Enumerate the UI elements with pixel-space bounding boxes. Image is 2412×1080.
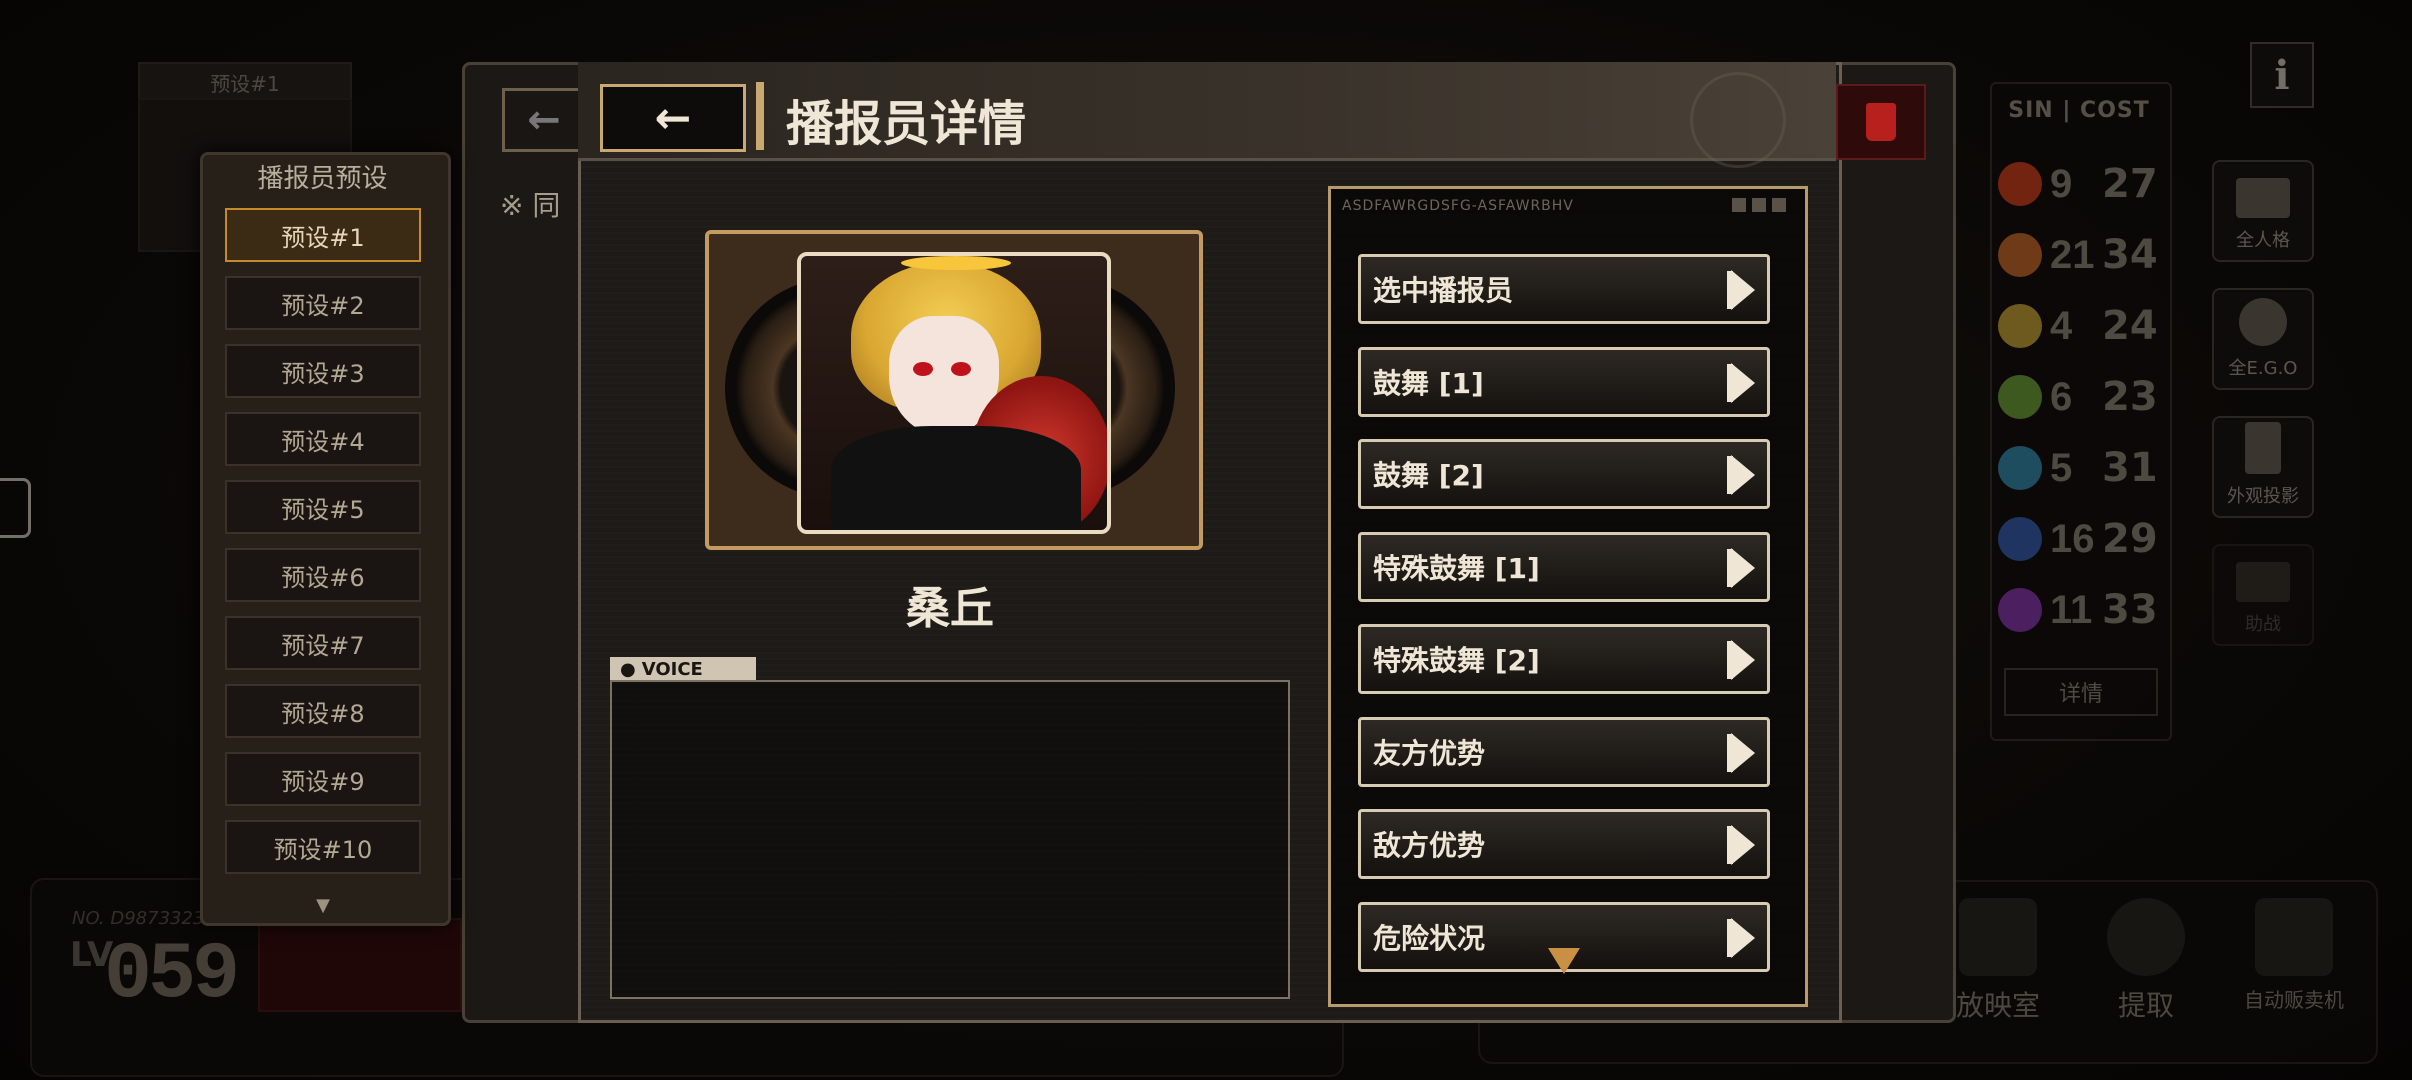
play-icon [1731,917,1755,958]
portrait-eye [913,362,933,376]
play-icon [1731,547,1755,588]
play-icon [1731,825,1755,865]
voice-line-button[interactable]: 特殊鼓舞 [1] [1358,531,1770,602]
delete-button[interactable] [1836,84,1926,160]
preset-item[interactable]: 预设#3 [225,344,421,398]
preset-item[interactable]: 预设#1 [225,208,421,262]
preset-item[interactable]: 预设#6 [225,548,421,602]
window-dots [1732,198,1786,212]
play-icon [1731,640,1755,680]
page-title: 播报员详情 [786,96,1027,152]
play-icon [1731,362,1755,403]
emblem-icon [1690,72,1786,168]
voice-line-label: 鼓舞 [2] [1373,459,1484,492]
preset-dropdown-title: 播报员预设 [257,164,388,194]
preset-item[interactable]: 预设#8 [225,684,421,738]
voice-line-button[interactable]: 鼓舞 [2] [1358,439,1770,509]
voice-line-button[interactable]: 敌方优势 [1358,809,1770,879]
list-code: ASDFAWRGDSFG-ASFAWRBHV [1342,198,1574,214]
voice-line-label: 危险状况 [1373,921,1486,955]
back-arrow-icon: ← [654,92,692,144]
play-icon [1731,270,1755,310]
voice-line-button[interactable]: 特殊鼓舞 [2] [1358,624,1770,694]
portrait-halo [901,256,1011,270]
back-button[interactable]: ← [600,84,746,152]
voice-line-label: 友方优势 [1373,736,1486,770]
portrait-eye [951,362,971,376]
preset-item[interactable]: 预设#7 [225,616,421,670]
voice-subtitle-box [610,680,1290,999]
preset-dropdown [200,152,451,926]
voice-line-button[interactable]: 鼓舞 [1] [1358,346,1770,417]
notice-text: ※ 同 [500,189,561,222]
voice-tag: ● VOICE [610,657,756,681]
preset-item[interactable]: 预设#4 [225,412,421,466]
announcer-name: 桑丘 [906,583,994,634]
play-icon [1731,455,1755,495]
scroll-down-icon[interactable] [1548,948,1580,974]
preset-item[interactable]: 预设#5 [225,480,421,534]
voice-line-label: 选中播报员 [1373,274,1514,307]
voice-line-label: 特殊鼓舞 [2] [1373,644,1540,677]
voice-label: VOICE [641,658,703,680]
trash-icon [1866,103,1896,141]
background-back-button: ← [502,88,586,152]
preset-scroll-down-icon[interactable]: ▼ [225,890,421,920]
title-separator [756,82,764,150]
preset-item[interactable]: 预设#10 [225,820,421,874]
voice-line-label: 特殊鼓舞 [1] [1373,551,1540,585]
preset-item[interactable]: 预设#2 [225,276,421,330]
play-icon [1731,732,1755,773]
modal-titlebar [578,62,1836,161]
voice-line-button[interactable]: 选中播报员 [1358,254,1770,324]
voice-line-label: 敌方优势 [1373,829,1486,862]
portrait-coat [831,426,1081,530]
voice-line-label: 鼓舞 [1] [1373,366,1484,400]
voice-line-button[interactable]: 友方优势 [1358,716,1770,787]
preset-item[interactable]: 预设#9 [225,752,421,806]
announcer-portrait [797,252,1111,534]
microphone-icon: ● [620,658,636,680]
